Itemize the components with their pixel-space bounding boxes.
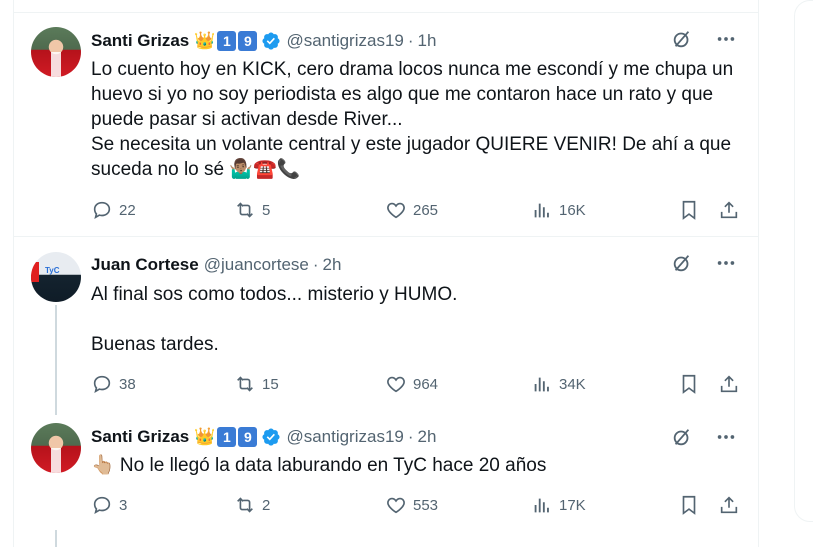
retweet-button[interactable]: 2 xyxy=(234,494,270,516)
timestamp[interactable]: 2h xyxy=(323,255,342,275)
more-icon[interactable] xyxy=(714,27,738,51)
bookmark-icon xyxy=(682,495,696,515)
retweet-icon xyxy=(237,497,253,513)
bookmark-button[interactable] xyxy=(678,494,700,516)
reply-button[interactable]: 3 xyxy=(91,494,127,516)
retweet-button[interactable]: 5 xyxy=(234,199,270,221)
author-name[interactable]: Santi Grizas xyxy=(91,427,189,447)
share-button[interactable] xyxy=(718,494,740,516)
views-icon xyxy=(534,498,549,513)
like-icon xyxy=(387,376,405,393)
views-icon xyxy=(534,377,549,392)
like-button[interactable]: 964 xyxy=(385,373,438,395)
more-icon[interactable] xyxy=(714,425,738,449)
number-badge-9: 9 xyxy=(238,31,258,51)
grok-icon[interactable] xyxy=(670,425,694,449)
crown-emoji: 👑 xyxy=(194,427,216,446)
avatar[interactable] xyxy=(31,27,81,77)
views-button[interactable]: 17K xyxy=(531,494,586,516)
bookmark-icon xyxy=(682,200,696,220)
retweet-count: 15 xyxy=(262,375,279,393)
tweet-text: Lo cuento hoy en KICK, cero drama locos … xyxy=(91,59,734,180)
views-count: 16K xyxy=(559,201,586,219)
grok-icon[interactable] xyxy=(670,251,694,275)
verified-icon xyxy=(262,32,280,50)
tweet-actions: 22 5 265 16K xyxy=(91,198,738,222)
share-button[interactable] xyxy=(718,199,740,221)
views-icon xyxy=(534,203,549,218)
avatar-jersey-detail xyxy=(51,52,61,77)
tweet-header: Santi Grizas 👑 1 9 @santigrizas19 · 1h xyxy=(91,27,738,55)
reply-icon xyxy=(93,496,111,515)
separator-dot: · xyxy=(407,31,414,50)
reply-button[interactable]: 38 xyxy=(91,373,136,395)
reply-count: 38 xyxy=(119,375,136,393)
number-badge-1: 1 xyxy=(217,427,237,447)
timestamp[interactable]: 2h xyxy=(418,427,437,447)
tweet-actions: 3 2 553 17K xyxy=(91,493,738,517)
reply-icon xyxy=(93,201,111,220)
reply-button[interactable]: 22 xyxy=(91,199,136,221)
avatar-red-detail xyxy=(31,262,39,282)
like-icon xyxy=(387,497,405,514)
avatar[interactable] xyxy=(31,423,81,473)
tweet-header-actions xyxy=(670,251,738,275)
tweet[interactable]: TyC Juan Cortese @juancortese · 2h Al fi… xyxy=(14,237,758,407)
retweet-button[interactable]: 15 xyxy=(234,373,279,395)
reply-count: 22 xyxy=(119,201,136,219)
author-name[interactable]: Juan Cortese xyxy=(91,255,199,275)
timestamp[interactable]: 1h xyxy=(418,31,437,51)
number-badge-9: 9 xyxy=(238,427,258,447)
retweet-count: 5 xyxy=(262,201,271,219)
separator-dot: · xyxy=(312,255,319,274)
reply-icon xyxy=(93,375,111,394)
grok-icon[interactable] xyxy=(670,27,694,51)
author-handle[interactable]: @santigrizas19 xyxy=(286,427,403,447)
more-icon[interactable] xyxy=(714,251,738,275)
tweet-actions: 38 15 964 34K xyxy=(91,372,738,396)
views-count: 17K xyxy=(559,496,586,514)
like-icon xyxy=(387,202,405,219)
tweet-header: Santi Grizas 👑 1 9 @santigrizas19 · 2h xyxy=(91,423,738,451)
share-icon xyxy=(720,496,738,514)
avatar[interactable]: TyC xyxy=(31,252,81,302)
tweet-header-actions xyxy=(670,27,738,51)
author-handle[interactable]: @santigrizas19 xyxy=(286,31,403,51)
share-icon xyxy=(720,201,738,219)
share-icon xyxy=(720,375,738,393)
tweet[interactable]: Santi Grizas 👑 1 9 @santigrizas19 · 2h 👆… xyxy=(14,407,758,547)
separator-dot: · xyxy=(407,427,414,446)
reply-count: 3 xyxy=(119,496,128,514)
retweet-icon xyxy=(237,376,253,392)
avatar-logo: TyC xyxy=(45,266,60,275)
tweet-header-actions xyxy=(670,425,738,449)
tweet[interactable]: Santi Grizas 👑 1 9 @santigrizas19 · 1h L… xyxy=(14,13,758,237)
bookmark-button[interactable] xyxy=(678,373,700,395)
crown-emoji: 👑 xyxy=(194,31,216,50)
number-badge-1: 1 xyxy=(217,31,237,51)
bookmark-button[interactable] xyxy=(678,199,700,221)
like-count: 265 xyxy=(413,201,439,219)
views-button[interactable]: 16K xyxy=(531,199,586,221)
views-count: 34K xyxy=(559,375,586,393)
author-name[interactable]: Santi Grizas xyxy=(91,31,189,51)
like-button[interactable]: 553 xyxy=(385,494,438,516)
tweet-text: Al final sos como todos... misterio y HU… xyxy=(91,284,458,355)
avatar-jersey-detail xyxy=(51,448,61,473)
views-button[interactable]: 34K xyxy=(531,373,586,395)
author-handle[interactable]: @juancortese xyxy=(204,255,309,275)
like-count: 964 xyxy=(413,375,439,393)
retweet-count: 2 xyxy=(262,496,271,514)
tweet-text: 👆🏼 No le llegó la data laburando en TyC … xyxy=(91,455,547,476)
share-button[interactable] xyxy=(718,373,740,395)
like-button[interactable]: 265 xyxy=(385,199,438,221)
tweet-header: Juan Cortese @juancortese · 2h xyxy=(91,251,738,279)
retweet-icon xyxy=(237,202,253,218)
right-sidebar-card xyxy=(794,0,813,522)
like-count: 553 xyxy=(413,496,439,514)
bookmark-icon xyxy=(682,374,696,394)
verified-icon xyxy=(262,428,280,446)
timeline: Santi Grizas 👑 1 9 @santigrizas19 · 1h L… xyxy=(13,0,759,547)
